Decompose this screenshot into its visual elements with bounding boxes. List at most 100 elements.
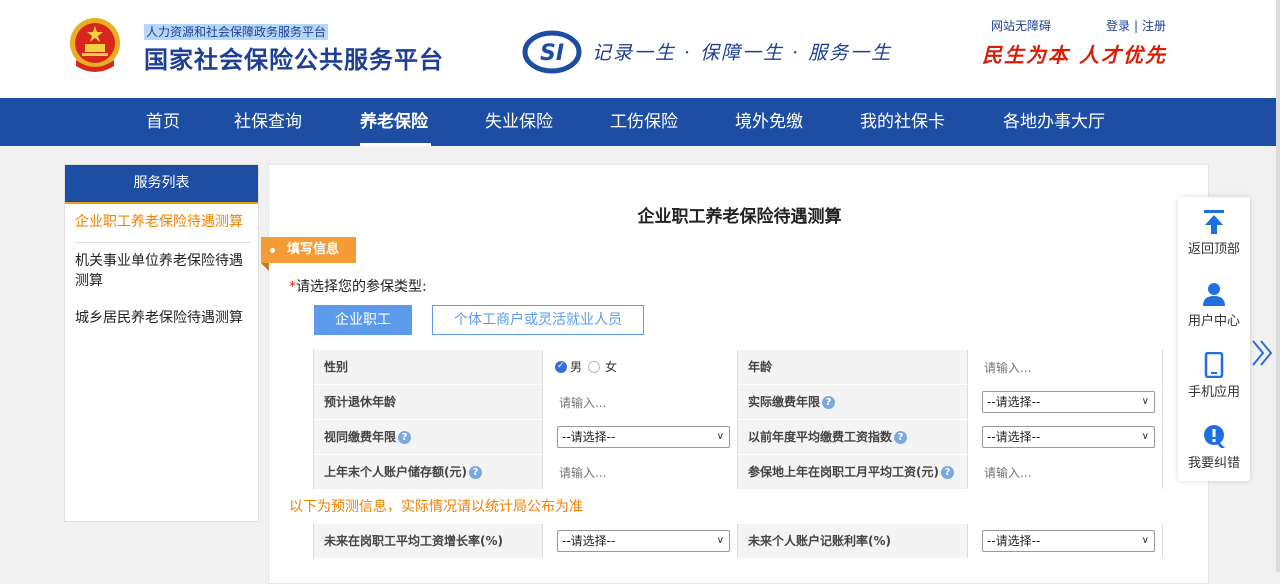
site-header: 人力资源和社会保障政务服务平台 国家社会保险公共服务平台 SI 记录一生 · 保…	[0, 0, 1280, 98]
forecast-note: 以下为预测信息，实际情况请以统计局公布为准	[289, 499, 583, 515]
interest-select[interactable]: --请选择-- ∨	[982, 530, 1155, 552]
nav-item-pension[interactable]: 养老保险	[360, 98, 428, 146]
register-link[interactable]: 注册	[1142, 18, 1166, 34]
nav-item-query[interactable]: 社保查询	[234, 98, 302, 146]
help-icon[interactable]: ?	[822, 396, 836, 409]
avg-wage-label: 参保地上年在岗职工月平均工资(元)	[748, 465, 939, 479]
error-report-label: 我要纠错	[1187, 456, 1240, 471]
wage-growth-select[interactable]: --请选择-- ∨	[557, 530, 730, 552]
section-tag-label: 填写信息	[287, 242, 340, 257]
avg-index-label-cell: 以前年度平均缴费工资指数?	[738, 420, 968, 454]
si-logo-icon: SI	[522, 30, 582, 74]
wage-growth-value: --请选择--	[562, 534, 616, 548]
gender-male-radio[interactable]	[555, 358, 567, 374]
type-enterprise-button[interactable]: 企业职工	[314, 305, 412, 335]
page-title: 企业职工养老保险待遇测算	[637, 207, 842, 227]
help-icon[interactable]: ?	[398, 431, 412, 444]
help-icon[interactable]: ?	[468, 466, 482, 479]
actual-years-label: 实际缴费年限	[748, 395, 821, 409]
wage-growth-label: 未来在岗职工平均工资增长率(%)	[314, 524, 543, 558]
error-report-icon	[1204, 425, 1225, 448]
age-input[interactable]	[982, 350, 1146, 386]
user-icon	[1203, 283, 1225, 306]
service-list-sidebar: 服务列表 企业职工养老保险待遇测算 机关事业单位养老保险待遇测算 城乡居民养老保…	[64, 164, 259, 522]
sidebar-title: 服务列表	[65, 165, 258, 204]
interest-cell: --请选择-- ∨	[968, 524, 1163, 558]
nav-item-unemployment[interactable]: 失业保险	[485, 98, 553, 146]
link-separator: |	[1134, 19, 1139, 33]
gender-female-label[interactable]: 女	[605, 350, 617, 384]
slogan: 记录一生 · 保障一生 · 服务一生	[592, 42, 893, 64]
gender-field: 男 女	[543, 350, 738, 384]
tag-dot-icon	[270, 248, 275, 253]
avg-wage-input[interactable]	[982, 455, 1146, 491]
wage-growth-cell: --请选择-- ∨	[543, 524, 738, 558]
nav-active-underline	[360, 143, 431, 146]
sidebar-item-enterprise[interactable]: 企业职工养老保险待遇测算	[75, 212, 251, 232]
mobile-app-label: 手机应用	[1187, 385, 1240, 400]
chevron-down-icon: ∨	[1141, 431, 1149, 442]
age-cell	[968, 350, 1163, 386]
nav-item-home[interactable]: 首页	[146, 98, 180, 146]
avg-wage-label-cell: 参保地上年在岗职工月平均工资(元)?	[738, 455, 968, 489]
accessibility-link[interactable]: 网站无障碍	[991, 18, 1051, 34]
calculator-panel: 企业职工养老保险待遇测算 填写信息 *请选择您的参保类型: 企业职工 个体工商户…	[261, 164, 1209, 584]
deemed-years-select[interactable]: --请选择-- ∨	[557, 426, 730, 448]
balance-input[interactable]	[557, 455, 721, 491]
nav-item-injury[interactable]: 工伤保险	[610, 98, 678, 146]
input-form-table: 性别 男 女 年龄 预计退休年龄 实际缴费年限? --请选择-- ∨ 视同缴费年限…	[313, 349, 1163, 491]
retire-age-input[interactable]	[557, 385, 721, 421]
actual-years-label-cell: 实际缴费年限?	[738, 385, 968, 419]
age-label: 年龄	[738, 350, 968, 384]
type-flexible-button[interactable]: 个体工商户或灵活就业人员	[432, 305, 644, 335]
chevron-down-icon: ∨	[1141, 396, 1149, 407]
interest-value: --请选择--	[987, 534, 1041, 548]
sidebar-divider	[75, 242, 250, 243]
arrow-up-icon	[1204, 210, 1224, 234]
avg-index-value: --请选择--	[987, 430, 1041, 444]
tag-fold-icon	[261, 263, 269, 271]
main-nav: 首页 社保查询 养老保险 失业保险 工伤保险 境外免缴 我的社保卡 各地办事大厅	[0, 98, 1276, 146]
platform-subtitle: 人力资源和社会保障政务服务平台	[144, 24, 329, 40]
actual-years-select[interactable]: --请选择-- ∨	[982, 391, 1155, 413]
actual-years-cell: --请选择-- ∨	[968, 385, 1163, 419]
avg-index-select[interactable]: --请选择-- ∨	[982, 426, 1155, 448]
page-scrollbar[interactable]	[1276, 0, 1280, 572]
nav-item-my-card[interactable]: 我的社保卡	[860, 98, 945, 146]
sidebar-item-resident[interactable]: 城乡居民养老保险待遇测算	[75, 308, 251, 328]
login-link[interactable]: 登录	[1106, 18, 1130, 34]
retire-age-label: 预计退休年龄	[314, 385, 543, 419]
deemed-years-value: --请选择--	[562, 430, 616, 444]
floating-toolbar: 返回顶部 用户中心 手机应用 我要纠错	[1178, 197, 1250, 481]
insurance-type-question: *请选择您的参保类型:	[289, 277, 427, 297]
insurance-type-label: 请选择您的参保类型:	[296, 279, 427, 295]
balance-cell	[543, 455, 738, 491]
avg-index-cell: --请选择-- ∨	[968, 420, 1163, 454]
gender-female-radio[interactable]	[588, 361, 600, 373]
section-tag: 填写信息	[261, 237, 356, 271]
nav-item-overseas[interactable]: 境外免缴	[735, 98, 803, 146]
mobile-icon	[1204, 352, 1224, 378]
platform-title: 国家社会保险公共服务平台	[144, 46, 444, 74]
required-mark: *	[289, 279, 296, 295]
deemed-years-label: 视同缴费年限	[324, 430, 397, 444]
help-icon[interactable]: ?	[940, 466, 954, 479]
help-icon[interactable]: ?	[894, 431, 908, 444]
forecast-table: 未来在岗职工平均工资增长率(%) --请选择-- ∨ 未来个人账户记账利率(%) …	[313, 523, 1163, 559]
gender-label: 性别	[314, 350, 543, 384]
user-center-label: 用户中心	[1187, 314, 1240, 329]
interest-label: 未来个人账户记账利率(%)	[738, 524, 968, 558]
sidebar-item-institution[interactable]: 机关事业单位养老保险待遇测算	[75, 251, 251, 291]
retire-age-cell	[543, 385, 738, 421]
deemed-years-cell: --请选择-- ∨	[543, 420, 738, 454]
svg-text:SI: SI	[540, 41, 564, 66]
avg-index-label: 以前年度平均缴费工资指数	[748, 430, 893, 444]
motto: 民生为本 人才优先	[982, 43, 1167, 67]
gender-male-label[interactable]: 男	[570, 350, 582, 384]
avg-wage-cell	[968, 455, 1163, 491]
chevron-down-icon: ∨	[716, 431, 724, 442]
double-chevron-right-icon[interactable]	[1250, 338, 1276, 368]
nav-item-local-halls[interactable]: 各地办事大厅	[1003, 98, 1105, 146]
chevron-down-icon: ∨	[1141, 535, 1149, 546]
national-emblem-icon	[70, 18, 120, 72]
